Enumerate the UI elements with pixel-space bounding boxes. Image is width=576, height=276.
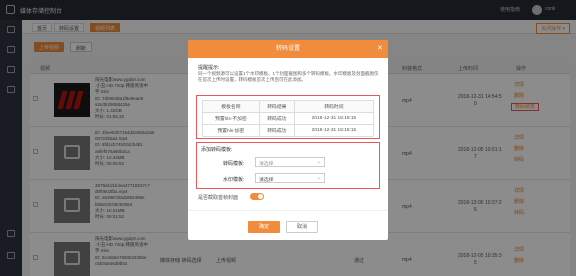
tip-text: 同一个视频源可以设置1个水印模板。1个封面截图和多个转码模板。水印模板及封面截图…	[198, 71, 379, 82]
tpl-col-name: 模板名称	[202, 100, 260, 113]
confirm-button[interactable]: 确定	[248, 221, 280, 233]
transcode-template-select[interactable]: 请选择 ⌄	[255, 157, 325, 167]
template-row: 预置hls-加密 转码成功 2018-12-31 15:18:15	[202, 124, 375, 137]
dialog-divider	[188, 210, 388, 211]
dialog-title: 转码设置	[188, 40, 388, 58]
close-icon[interactable]: ✕	[377, 40, 383, 58]
tpl-col-result: 转码结果	[258, 100, 295, 113]
add-template-title: 添加转码模板:	[201, 147, 233, 153]
template-list-box: 模板名称 转码结果 转码时间 预置hls-不加密 转码成功 2018-12-31…	[196, 95, 380, 139]
template-row: 预置hls-不加密 转码成功 2018-12-31 15:18:15	[202, 112, 375, 125]
tip-title: 提醒提示:	[198, 65, 220, 71]
tpl-col-time: 转码时间	[293, 100, 375, 113]
chevron-down-icon: ⌄	[316, 175, 321, 181]
template-table: 模板名称 转码结果 转码时间 预置hls-不加密 转码成功 2018-12-31…	[202, 100, 375, 137]
transcode-settings-dialog: 转码设置 ✕ 提醒提示: 同一个视频源可以设置1个水印模板。1个封面截图和多个转…	[188, 40, 388, 240]
transcode-template-label: 转码模板:	[223, 161, 245, 167]
watermark-template-label: 水印模板:	[223, 177, 245, 183]
chevron-down-icon: ⌄	[316, 159, 321, 165]
add-template-box: 添加转码模板: 转码模板: 请选择 ⌄ 水印模板: 请选择 ⌄	[196, 142, 380, 189]
watermark-template-select[interactable]: 请选择 ⌄	[255, 173, 325, 183]
first-frame-cover-toggle[interactable]	[250, 193, 264, 200]
cancel-button[interactable]: 取消	[286, 221, 318, 233]
first-frame-cover-label: 是否截取首帧封面	[198, 195, 239, 201]
